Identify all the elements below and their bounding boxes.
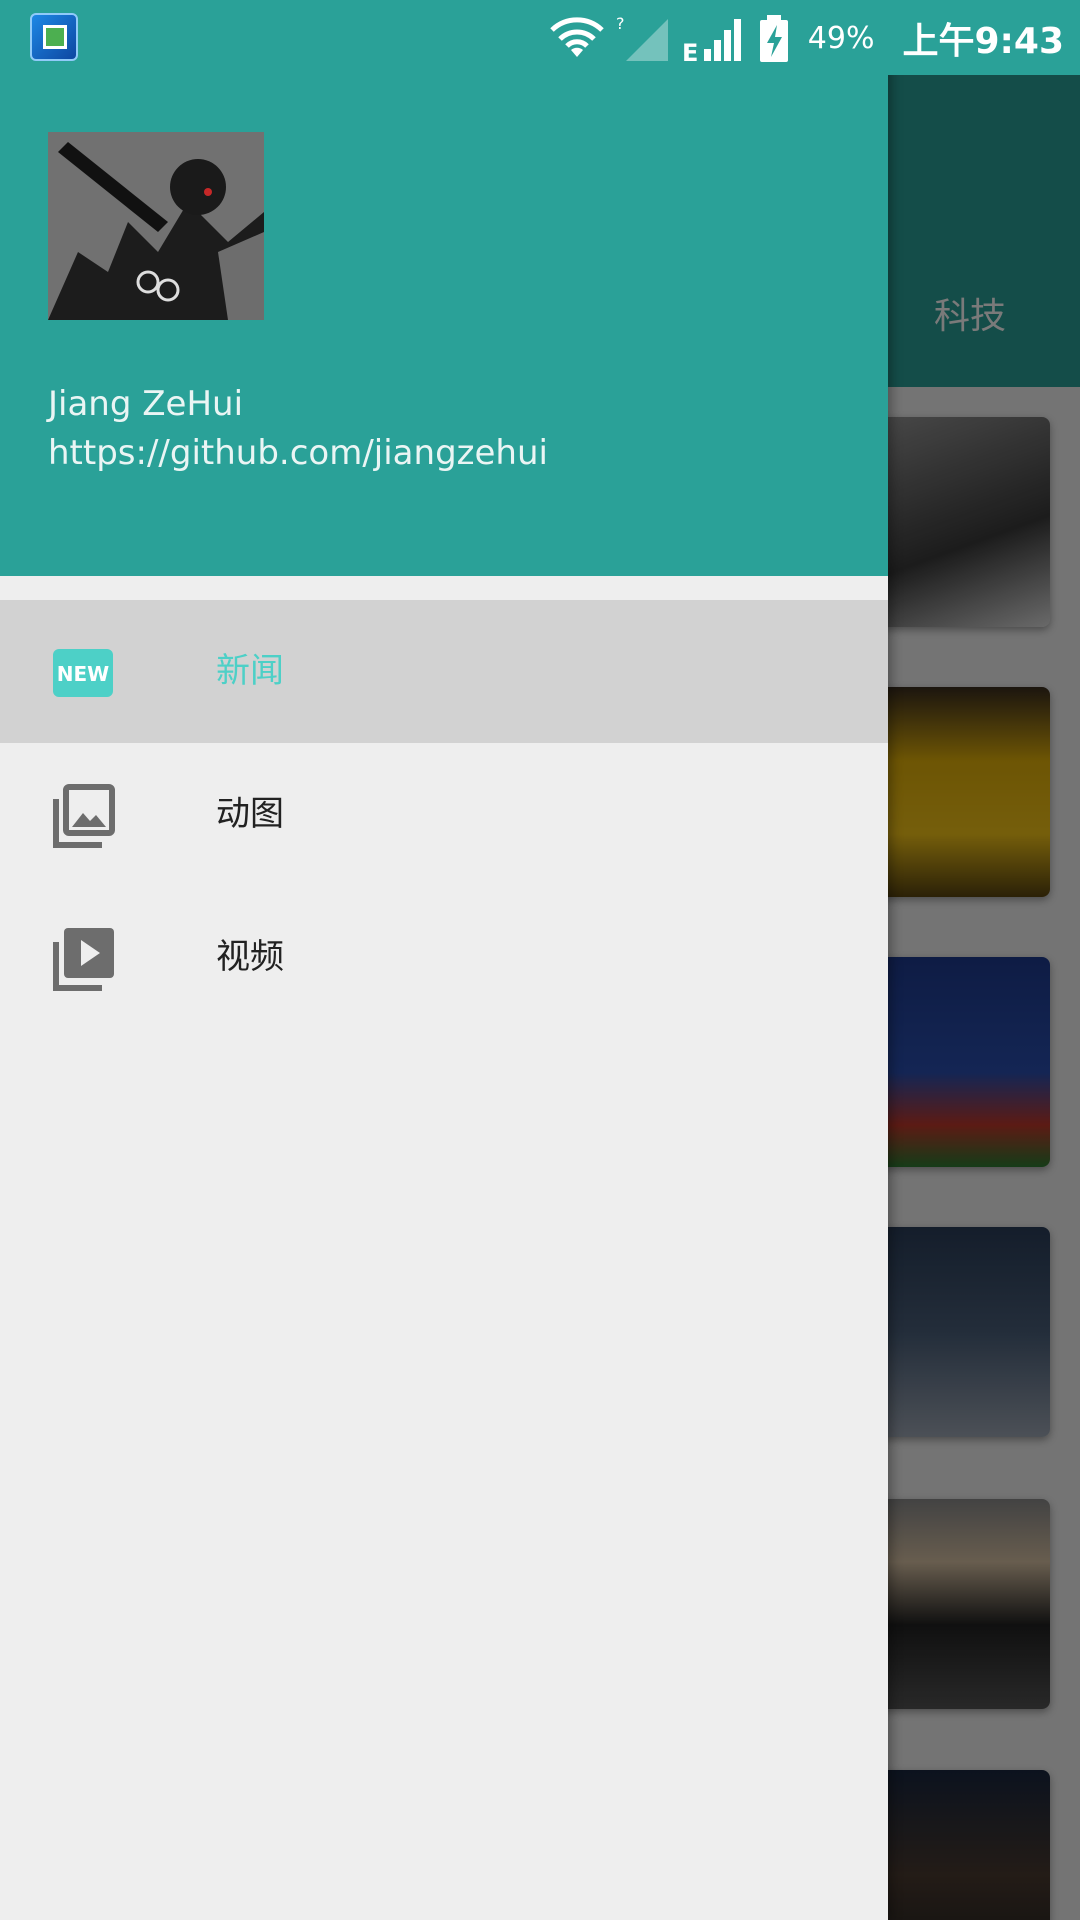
battery-charging-icon [759, 15, 788, 62]
status-icons: ? E 49% 上午9:43 [548, 10, 1064, 66]
status-clock: 上午9:43 [902, 21, 1064, 62]
status-bar: ? E 49% 上午9:43 [0, 0, 1080, 75]
app-notification-icon [30, 13, 78, 61]
cell-signal-icon: E [682, 19, 741, 63]
drawer-header: Jiang ZeHui https://github.com/jiangzehu… [0, 0, 888, 576]
no-sim-signal-icon: ? [616, 14, 668, 61]
user-github-link[interactable]: https://github.com/jiangzehui [48, 433, 548, 473]
avatar[interactable] [48, 132, 264, 320]
menu-item-gif[interactable]: 动图 [0, 743, 888, 886]
svg-text:E: E [682, 39, 698, 63]
menu-item-label: 视频 [216, 937, 284, 977]
drawer-menu: NEW 新闻 动图 视频 [0, 600, 888, 1029]
user-name: Jiang ZeHui [48, 384, 244, 424]
navigation-drawer: Jiang ZeHui https://github.com/jiangzehu… [0, 0, 888, 1920]
battery-percent: 49% [807, 20, 875, 56]
menu-item-label: 动图 [216, 794, 284, 834]
menu-item-label: 新闻 [216, 651, 284, 691]
svg-text:?: ? [616, 14, 625, 33]
video-library-icon [53, 928, 114, 991]
menu-item-news[interactable]: NEW 新闻 [0, 600, 888, 743]
photo-library-icon [53, 784, 115, 848]
menu-item-video[interactable]: 视频 [0, 886, 888, 1029]
new-badge-icon: NEW [53, 649, 113, 697]
wifi-icon [550, 17, 604, 57]
svg-text:NEW: NEW [57, 662, 109, 686]
